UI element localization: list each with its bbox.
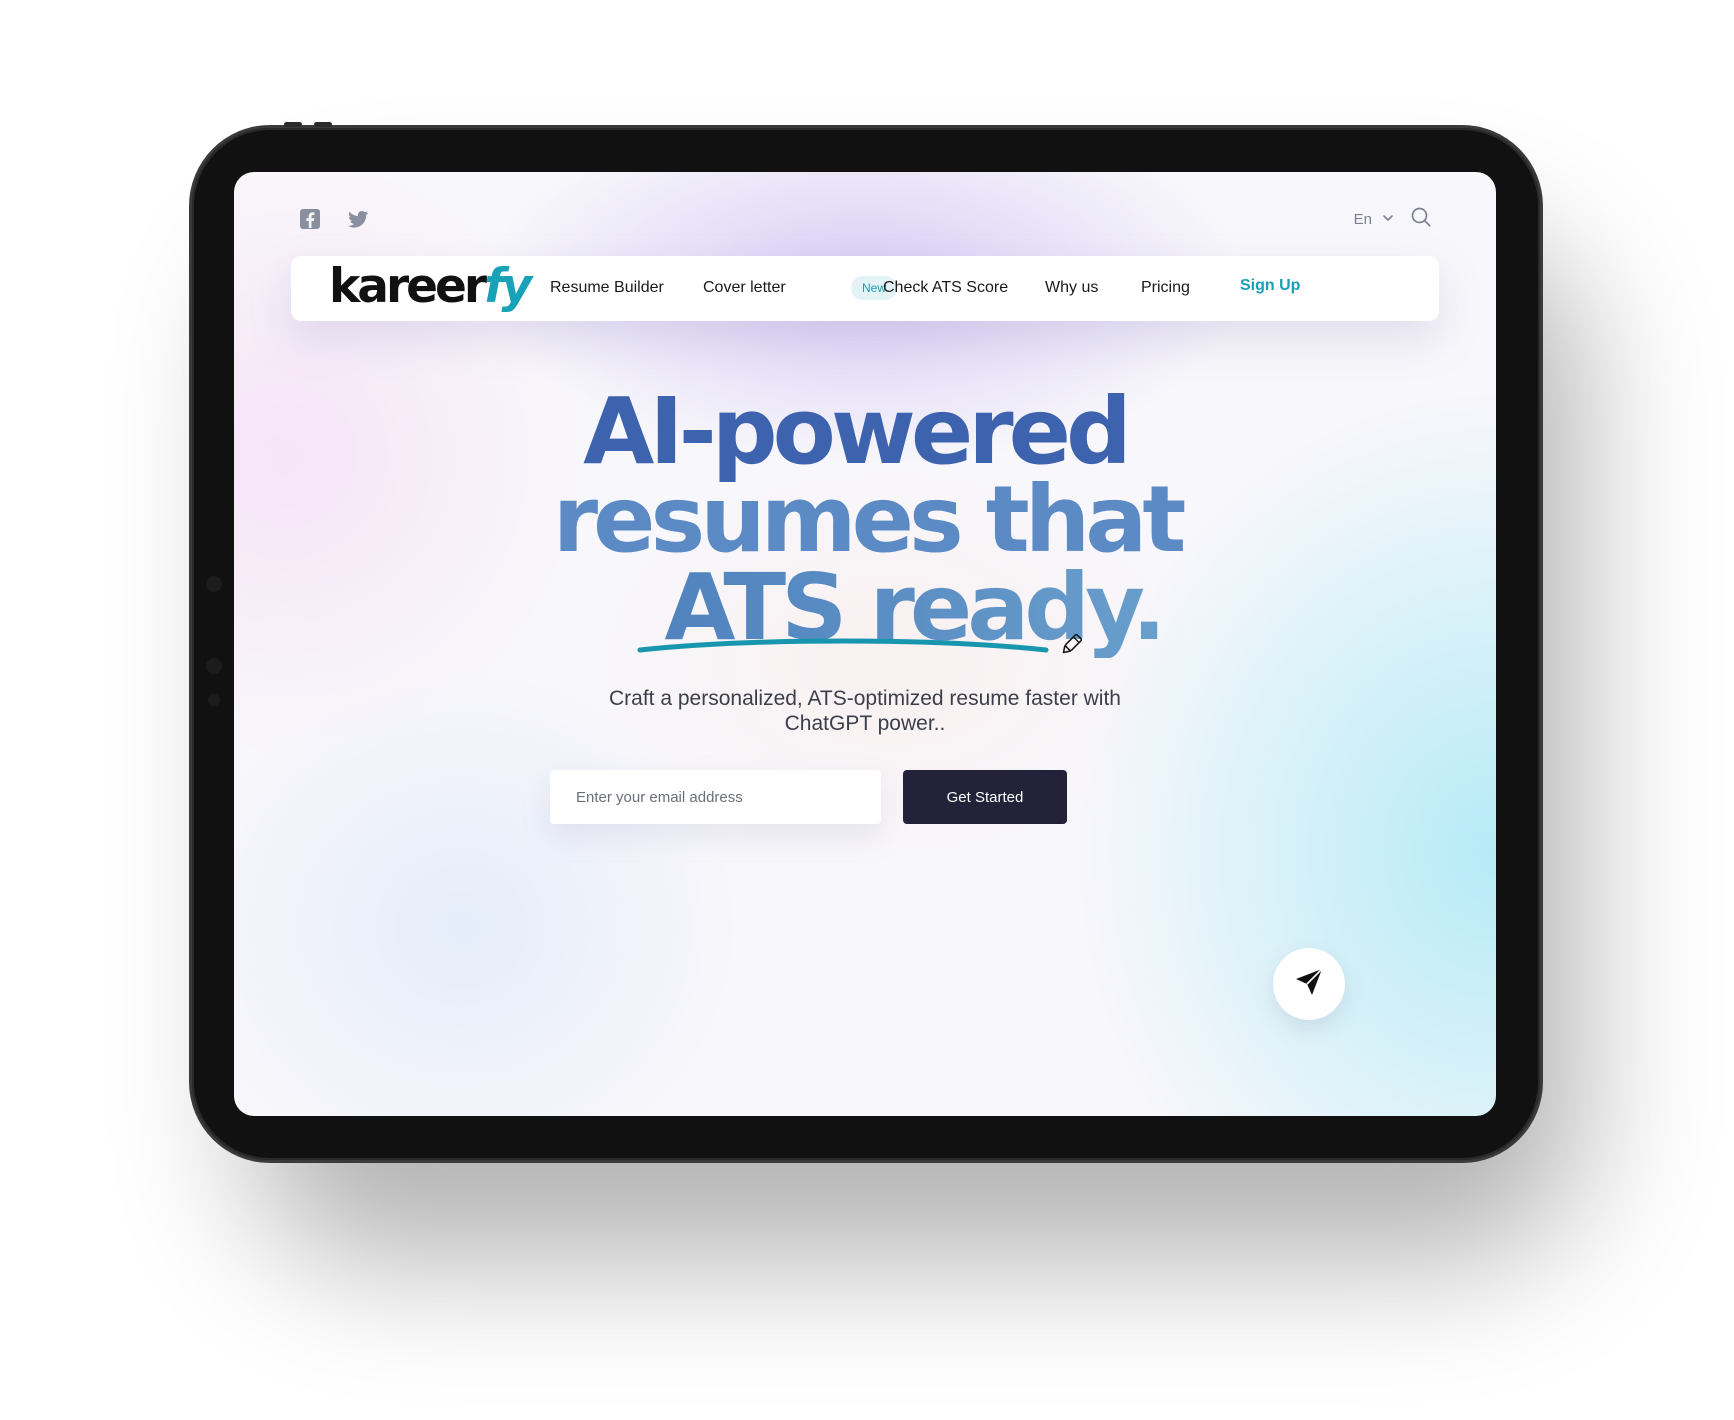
nav-why-us[interactable]: Why us: [1045, 279, 1098, 297]
nav-sign-up[interactable]: Sign Up: [1240, 277, 1300, 295]
search-icon[interactable]: [1410, 206, 1432, 232]
pencil-icon: [1062, 633, 1083, 654]
nav-resume-builder[interactable]: Resume Builder: [550, 279, 664, 297]
facebook-icon[interactable]: [298, 207, 322, 231]
camera-dot: [206, 576, 222, 592]
kareerfy-logo[interactable]: kareerfy: [329, 259, 532, 314]
nav-check-ats-score[interactable]: Check ATS Score: [883, 279, 1008, 297]
logo-wordmark: kareer: [329, 259, 487, 314]
hero-subtitle-line-2: ChatGPT power..: [784, 712, 946, 735]
logo-accent: fy: [484, 259, 532, 314]
headline-underline: [637, 633, 1083, 654]
send-button[interactable]: [1273, 948, 1345, 1020]
twitter-icon[interactable]: [346, 207, 370, 231]
stage: En kareerfy Resume Builder Cover letter …: [0, 0, 1734, 1420]
hero-subtitle-line-1: Craft a personalized, ATS-optimized resu…: [609, 687, 1121, 710]
device-top-button: [284, 122, 302, 127]
language-selector[interactable]: En: [1354, 211, 1372, 228]
hero-subtitle: Craft a personalized, ATS-optimized resu…: [234, 686, 1496, 736]
tablet-device-frame: En kareerfy Resume Builder Cover letter …: [192, 122, 1540, 1160]
sensor-dot: [208, 694, 220, 706]
chevron-down-icon[interactable]: [1382, 211, 1394, 228]
sensor-dot: [206, 658, 222, 674]
social-links: [298, 207, 370, 231]
device-top-button: [314, 122, 332, 127]
send-icon: [1292, 965, 1326, 1004]
language-search-group: En: [1354, 206, 1432, 232]
main-navigation: kareerfy Resume Builder Cover letter New…: [291, 256, 1439, 321]
email-field[interactable]: [550, 770, 881, 824]
web-page-screen: En kareerfy Resume Builder Cover letter …: [234, 172, 1496, 1116]
get-started-button[interactable]: Get Started: [903, 770, 1067, 824]
nav-pricing[interactable]: Pricing: [1141, 279, 1190, 297]
nav-cover-letter[interactable]: Cover letter: [703, 279, 786, 297]
